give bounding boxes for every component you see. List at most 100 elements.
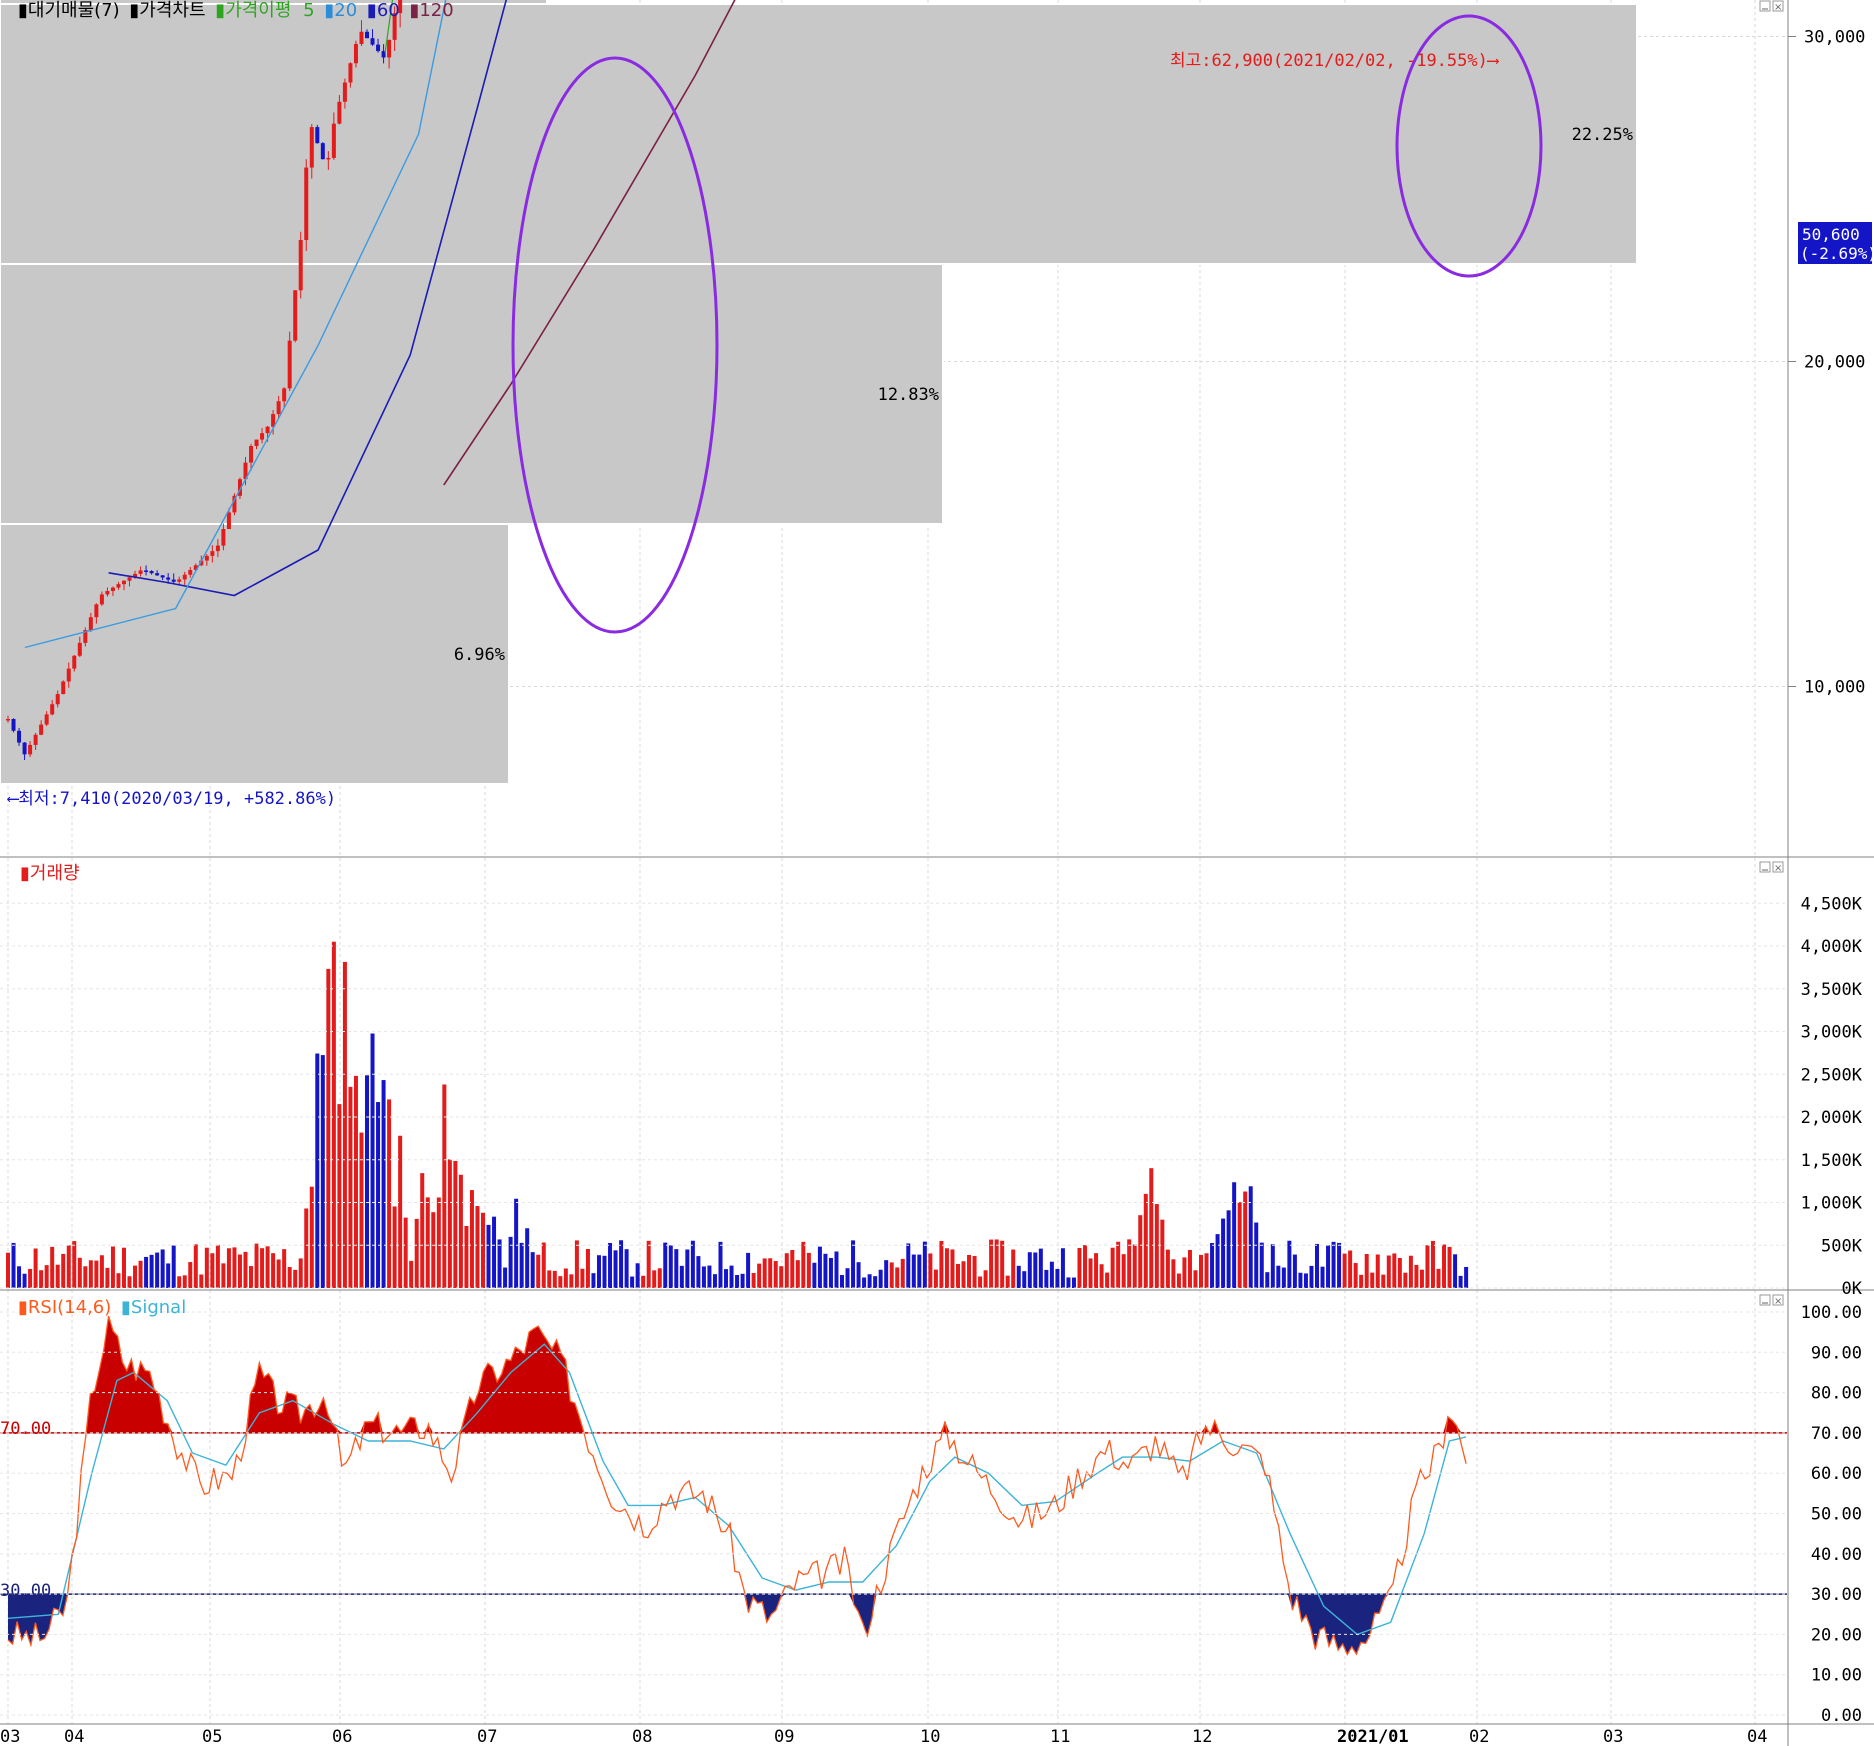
volume-bar-126 [701, 1266, 706, 1288]
current-price: 50,600 [1802, 225, 1860, 244]
candle-body-32 [182, 574, 187, 580]
volume-bar-156 [867, 1274, 872, 1288]
volume-bar-145 [806, 1252, 811, 1288]
volume-bar-212 [1176, 1273, 1181, 1288]
volume-bar-226 [1254, 1222, 1259, 1288]
candle-body-28 [160, 575, 165, 578]
volume-bar-260 [1442, 1244, 1447, 1288]
volume-bar-42 [237, 1254, 242, 1288]
volume-bar-93 [519, 1242, 524, 1288]
volume-bar-181 [1005, 1275, 1010, 1288]
volume-bar-166 [922, 1241, 927, 1288]
volume-bar-33 [188, 1262, 193, 1288]
volume-bar-144 [801, 1241, 806, 1288]
volume-tick-label-1: 4,000K [1801, 937, 1863, 957]
volume-bar-197 [1094, 1253, 1099, 1288]
volume-bar-36 [204, 1247, 209, 1288]
volume-bar-27 [155, 1252, 160, 1288]
volume-bar-152 [845, 1268, 850, 1288]
volume-bar-38 [215, 1244, 220, 1288]
volume-bar-23 [133, 1265, 138, 1288]
candle-body-4 [28, 744, 33, 755]
volume-bar-240 [1331, 1241, 1336, 1288]
volume-bar-70 [392, 1206, 397, 1288]
candle-body-17 [99, 594, 104, 605]
volume-bar-81 [453, 1160, 458, 1288]
volume-bar-222 [1232, 1182, 1237, 1288]
volume-bar-146 [812, 1262, 817, 1288]
candle-body-44 [249, 446, 254, 463]
volume-bar-130 [724, 1269, 729, 1288]
volume-bar-249 [1381, 1274, 1386, 1288]
volume-bar-79 [442, 1084, 447, 1288]
volume-bar-32 [182, 1275, 187, 1288]
price-panel-window-buttons[interactable]: × [1759, 0, 1784, 13]
high-annotation: 최고:62,900(2021/02/02, -19.55%)⟶ [1170, 51, 1500, 71]
volume-bar-66 [370, 1033, 375, 1288]
volume-bar-141 [784, 1253, 789, 1288]
volume-bar-172 [955, 1263, 960, 1288]
volume-bar-47 [265, 1246, 270, 1288]
volume-bar-205 [1138, 1215, 1143, 1288]
volume-bar-208 [1154, 1204, 1159, 1288]
volume-bar-67 [376, 1102, 381, 1288]
candle-body-39 [221, 529, 226, 546]
x-tick-label-5: 08 [632, 1727, 652, 1746]
volume-bar-173 [961, 1261, 966, 1288]
candle-body-36 [204, 555, 209, 561]
volume-bar-11 [66, 1245, 71, 1288]
volume-bar-136 [757, 1263, 762, 1288]
volume-bar-131 [729, 1265, 734, 1288]
candle-body-10 [61, 681, 66, 695]
volume-bar-200 [1110, 1247, 1115, 1288]
price-legend: ▮대기매물(7) ▮가격차트 ▮가격이평 5 ▮20 ▮60 ▮120 [18, 0, 454, 21]
volume-axis: 4,500K 4,000K 3,500K 3,000K 2,500K 2,000K 1,50… [0, 894, 1863, 1299]
candle-body-3 [22, 742, 27, 755]
volume-bar-73 [409, 1260, 414, 1288]
rsi-panel-window-buttons[interactable]: × [1759, 1294, 1784, 1307]
volume-bar-149 [828, 1257, 833, 1288]
x-tick-label-2: 05 [202, 1727, 222, 1746]
volume-panel-window-buttons[interactable]: × [1759, 861, 1784, 874]
volume-bar-51 [287, 1267, 292, 1288]
volume-bar-123 [685, 1249, 690, 1288]
volume-bar-65 [365, 1075, 370, 1288]
volume-bar-102 [569, 1274, 574, 1288]
candle-body-45 [254, 439, 259, 446]
x-tick-label-9: 12 [1192, 1727, 1212, 1746]
volume-bar-122 [679, 1265, 684, 1288]
rsi-tick-label-6: 40.00 [1811, 1545, 1862, 1565]
volume-bar-244 [1353, 1263, 1358, 1288]
candle-body-64 [359, 31, 364, 44]
volume-bar-48 [271, 1253, 276, 1288]
volume-bar-43 [243, 1251, 248, 1288]
volume-bar-90 [503, 1267, 508, 1288]
volume-bar-220 [1221, 1218, 1226, 1288]
candle-body-61 [342, 82, 347, 102]
volume-bar-230 [1276, 1265, 1281, 1288]
candle-body-7 [44, 714, 49, 725]
volume-bar-41 [232, 1247, 237, 1288]
volume-bar-59 [331, 941, 336, 1288]
volume-bar-196 [1088, 1258, 1093, 1288]
candle-body-8 [50, 704, 55, 715]
candle-body-50 [282, 388, 287, 402]
price-tick-label-2: 30,000 [1804, 28, 1865, 48]
volume-bar-85 [475, 1206, 480, 1288]
volume-tick-label-6: 1,500K [1801, 1151, 1863, 1171]
volume-bar-250 [1386, 1255, 1391, 1288]
volume-bar-175 [972, 1256, 977, 1288]
volume-bar-177 [983, 1270, 988, 1288]
volume-bar-114 [635, 1263, 640, 1288]
candle-body-40 [226, 512, 231, 530]
volume-bar-203 [1127, 1239, 1132, 1288]
volume-bar-204 [1132, 1244, 1137, 1288]
rsi-panel [0, 1315, 1787, 1656]
volume-bar-263 [1458, 1275, 1463, 1288]
volume-bar-138 [768, 1258, 773, 1288]
volume-bar-39 [221, 1263, 226, 1288]
volume-bar-186 [1033, 1252, 1038, 1288]
volume-bar-99 [552, 1270, 557, 1288]
volume-bar-174 [967, 1255, 972, 1288]
volume-bar-211 [1171, 1259, 1176, 1288]
